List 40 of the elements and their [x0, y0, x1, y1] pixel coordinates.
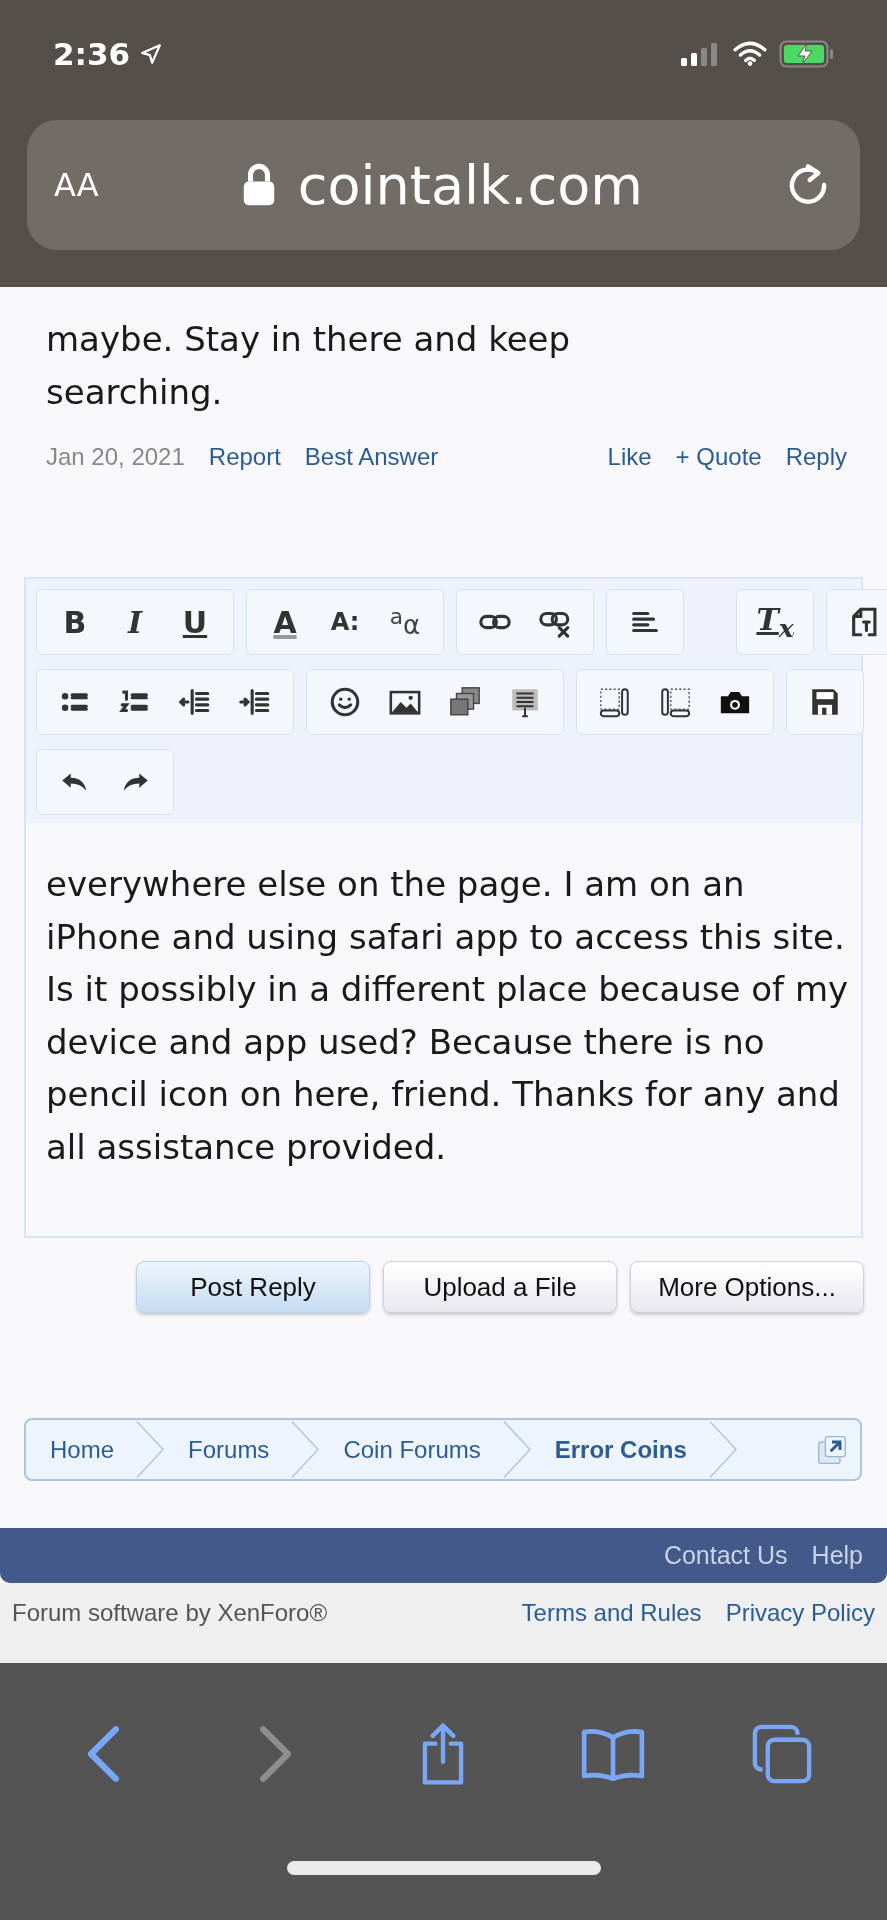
breadcrumb-link[interactable]: Forums	[188, 1435, 270, 1464]
post-action-link[interactable]: + Quote	[675, 443, 762, 471]
breadcrumb-link[interactable]: Coin Forums	[343, 1435, 481, 1464]
underline-button[interactable]: U	[165, 604, 225, 640]
bold-button[interactable]: B	[45, 604, 105, 640]
post-text: maybe. Stay in there and keep searching.	[46, 318, 572, 414]
post-reply-button[interactable]: Post Reply	[136, 1261, 370, 1313]
italic-button[interactable]: I	[105, 604, 165, 640]
form-button[interactable]: Upload a File	[383, 1261, 617, 1313]
battery-charging-icon	[779, 40, 835, 68]
clear-format-button[interactable]: T$_{x}$	[745, 601, 805, 643]
lock-icon	[241, 163, 276, 207]
post-action-link[interactable]: Reply	[785, 443, 847, 471]
box-left-icon[interactable]	[598, 685, 632, 719]
text-color-button[interactable]: A	[255, 604, 315, 640]
address-bar[interactable]: AA cointalk.com	[27, 120, 860, 250]
font-size-button[interactable]: A:	[315, 608, 375, 636]
box-right-icon[interactable]	[658, 685, 692, 719]
signal-icon	[679, 42, 719, 66]
breadcrumb-link[interactable]: Error Coins	[554, 1435, 687, 1464]
legal-link[interactable]: Privacy Policy	[725, 1599, 875, 1627]
text-size-button[interactable]: AA	[54, 166, 99, 204]
message-text[interactable]: everywhere else on the page. I am on an iPhone and using safari app to access this site. Is it possibly in a different place because of my device and app used? Because there is no pencil icon on here, friend. Thanks for any and all assistance provided.	[46, 858, 849, 1173]
footer-link[interactable]: Help	[811, 1541, 863, 1570]
post-action-link[interactable]: Best Answer	[304, 443, 439, 471]
font-button[interactable]: $^{a}$α	[375, 604, 435, 640]
jump-icon[interactable]	[816, 1433, 848, 1466]
breadcrumb-link[interactable]: Home	[50, 1435, 115, 1464]
post-date: Jan 20, 2021	[46, 443, 185, 471]
post-action-link[interactable]: Report	[208, 443, 281, 471]
form-button[interactable]: More Options...	[630, 1261, 864, 1313]
url-text: cointalk.com	[297, 153, 643, 217]
clock: 2:36	[53, 36, 131, 72]
post-action-link[interactable]: Like	[607, 443, 652, 471]
location-arrow-icon	[140, 43, 163, 65]
footer-link[interactable]: Contact Us	[663, 1541, 788, 1570]
legal-link[interactable]: Terms and Rules	[521, 1599, 702, 1627]
wifi-icon	[733, 41, 767, 67]
credit-text: Forum software by XenForo®	[12, 1599, 328, 1627]
smiley-icon[interactable]	[328, 685, 362, 719]
